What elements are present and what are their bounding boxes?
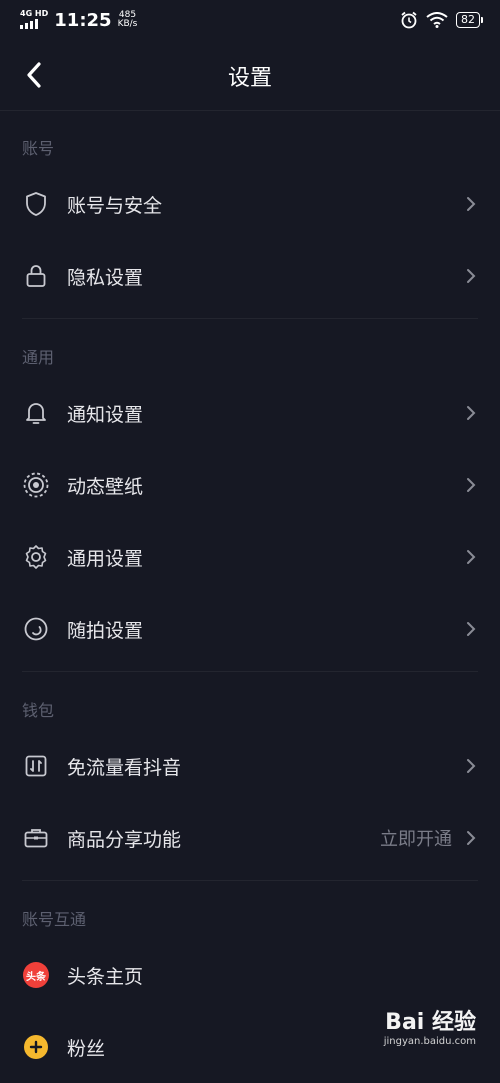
chevron-right-icon [467, 269, 476, 283]
status-bar: 4G HD 11:25 485 KB/s 82 [0, 0, 500, 40]
snapshot-icon [22, 615, 50, 643]
toutiao-badge: 头条 [23, 962, 49, 988]
row-label: 隐私设置 [67, 266, 144, 289]
chevron-right-icon [467, 478, 476, 492]
shield-icon [22, 190, 50, 218]
net-speed: 485 KB/s [118, 11, 138, 29]
fans-badge [24, 1035, 48, 1059]
watermark-url: jingyan.baidu.com [383, 1036, 476, 1047]
watermark-brand: Bai 经验 [385, 1010, 476, 1035]
net-speed-unit: KB/s [117, 19, 138, 29]
chevron-right-icon [467, 759, 476, 773]
network-indicator: 4G HD [20, 9, 48, 32]
row-live-wallpaper[interactable]: 动态壁纸 [0, 449, 500, 521]
status-left: 4G HD 11:25 485 KB/s [20, 9, 137, 32]
row-snapshot-settings[interactable]: 随拍设置 [0, 593, 500, 665]
chevron-right-icon [467, 831, 476, 845]
row-product-sharing[interactable]: 商品分享功能 立即开通 [0, 802, 500, 874]
row-toutiao-homepage[interactable]: 头条 头条主页 [0, 939, 500, 1011]
gear-icon [22, 543, 50, 571]
page-title: 设置 [227, 66, 272, 91]
chevron-right-icon [467, 197, 476, 211]
row-notifications[interactable]: 通知设置 [0, 377, 500, 449]
chevron-right-icon [467, 550, 476, 564]
toutiao-icon: 头条 [22, 961, 50, 989]
baidu-watermark: Bai 经验 jingyan.baidu.com [384, 1004, 476, 1047]
row-label: 通知设置 [67, 403, 144, 426]
row-account-security[interactable]: 账号与安全 [0, 168, 500, 240]
nav-bar: 设置 [0, 40, 500, 111]
row-general-settings[interactable]: 通用设置 [0, 521, 500, 593]
row-free-data[interactable]: 免流量看抖音 [0, 730, 500, 802]
row-label: 动态壁纸 [67, 475, 144, 498]
data-plan-icon [22, 752, 50, 780]
lock-icon [22, 262, 50, 290]
row-label: 头条主页 [67, 965, 144, 988]
section-header-general: 通用 [22, 348, 55, 367]
row-label: 随拍设置 [67, 619, 144, 642]
status-right: 82 [400, 11, 483, 29]
row-privacy[interactable]: 隐私设置 [0, 240, 500, 312]
clock: 11:25 [54, 9, 112, 31]
row-label: 商品分享功能 [67, 828, 182, 851]
row-label: 免流量看抖音 [67, 756, 182, 779]
signal-icon [20, 18, 38, 29]
briefcase-icon [22, 824, 50, 852]
bell-icon [22, 399, 50, 427]
battery-indicator: 82 [456, 12, 483, 28]
wifi-icon [426, 12, 448, 28]
alarm-icon [401, 11, 417, 29]
section-header-account: 账号 [22, 139, 55, 158]
network-label: 4G HD [20, 8, 49, 18]
activate-now-link[interactable]: 立即开通 [380, 825, 452, 851]
section-header-linked-accounts: 账号互通 [22, 910, 87, 929]
section-header-wallet: 钱包 [22, 701, 55, 720]
row-label: 通用设置 [67, 547, 144, 570]
chevron-right-icon [467, 622, 476, 636]
wallpaper-icon [22, 471, 50, 499]
row-label: 账号与安全 [67, 194, 163, 217]
settings-list: 账号 账号与安全 隐私设置 通用 通知设置 动态壁纸 通用设置 随拍设置 钱包 … [0, 110, 500, 1083]
chevron-right-icon [467, 406, 476, 420]
